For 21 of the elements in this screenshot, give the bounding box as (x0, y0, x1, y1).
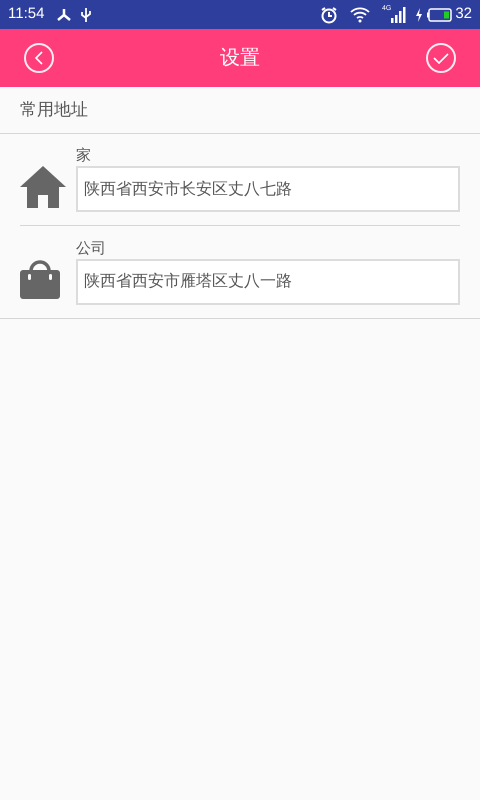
status-time: 11:54 (8, 4, 44, 24)
signal-icon (391, 6, 408, 22)
field-label: 家 (76, 147, 92, 165)
address-field[interactable]: 陕西省西安市长安区丈八七路 (76, 166, 460, 212)
house-icon (20, 166, 66, 208)
battery-percent: 32 (455, 4, 472, 24)
field-label: 公司 (76, 240, 107, 258)
address-field[interactable]: 陕西省西安市雁塔区丈八一路 (76, 258, 460, 304)
wifi-icon (350, 6, 370, 22)
alarm-icon (320, 6, 338, 24)
usb-icon (80, 6, 92, 22)
bag-icon (20, 259, 60, 299)
section-title: 常用地址 (20, 99, 88, 122)
share-icon (56, 8, 72, 22)
charging-icon (415, 8, 424, 22)
check-icon (433, 52, 449, 64)
back-icon (34, 51, 44, 65)
battery-icon (427, 8, 454, 22)
back-button[interactable] (24, 43, 54, 73)
page-title: 设置 (220, 46, 260, 71)
confirm-button[interactable] (426, 43, 456, 73)
